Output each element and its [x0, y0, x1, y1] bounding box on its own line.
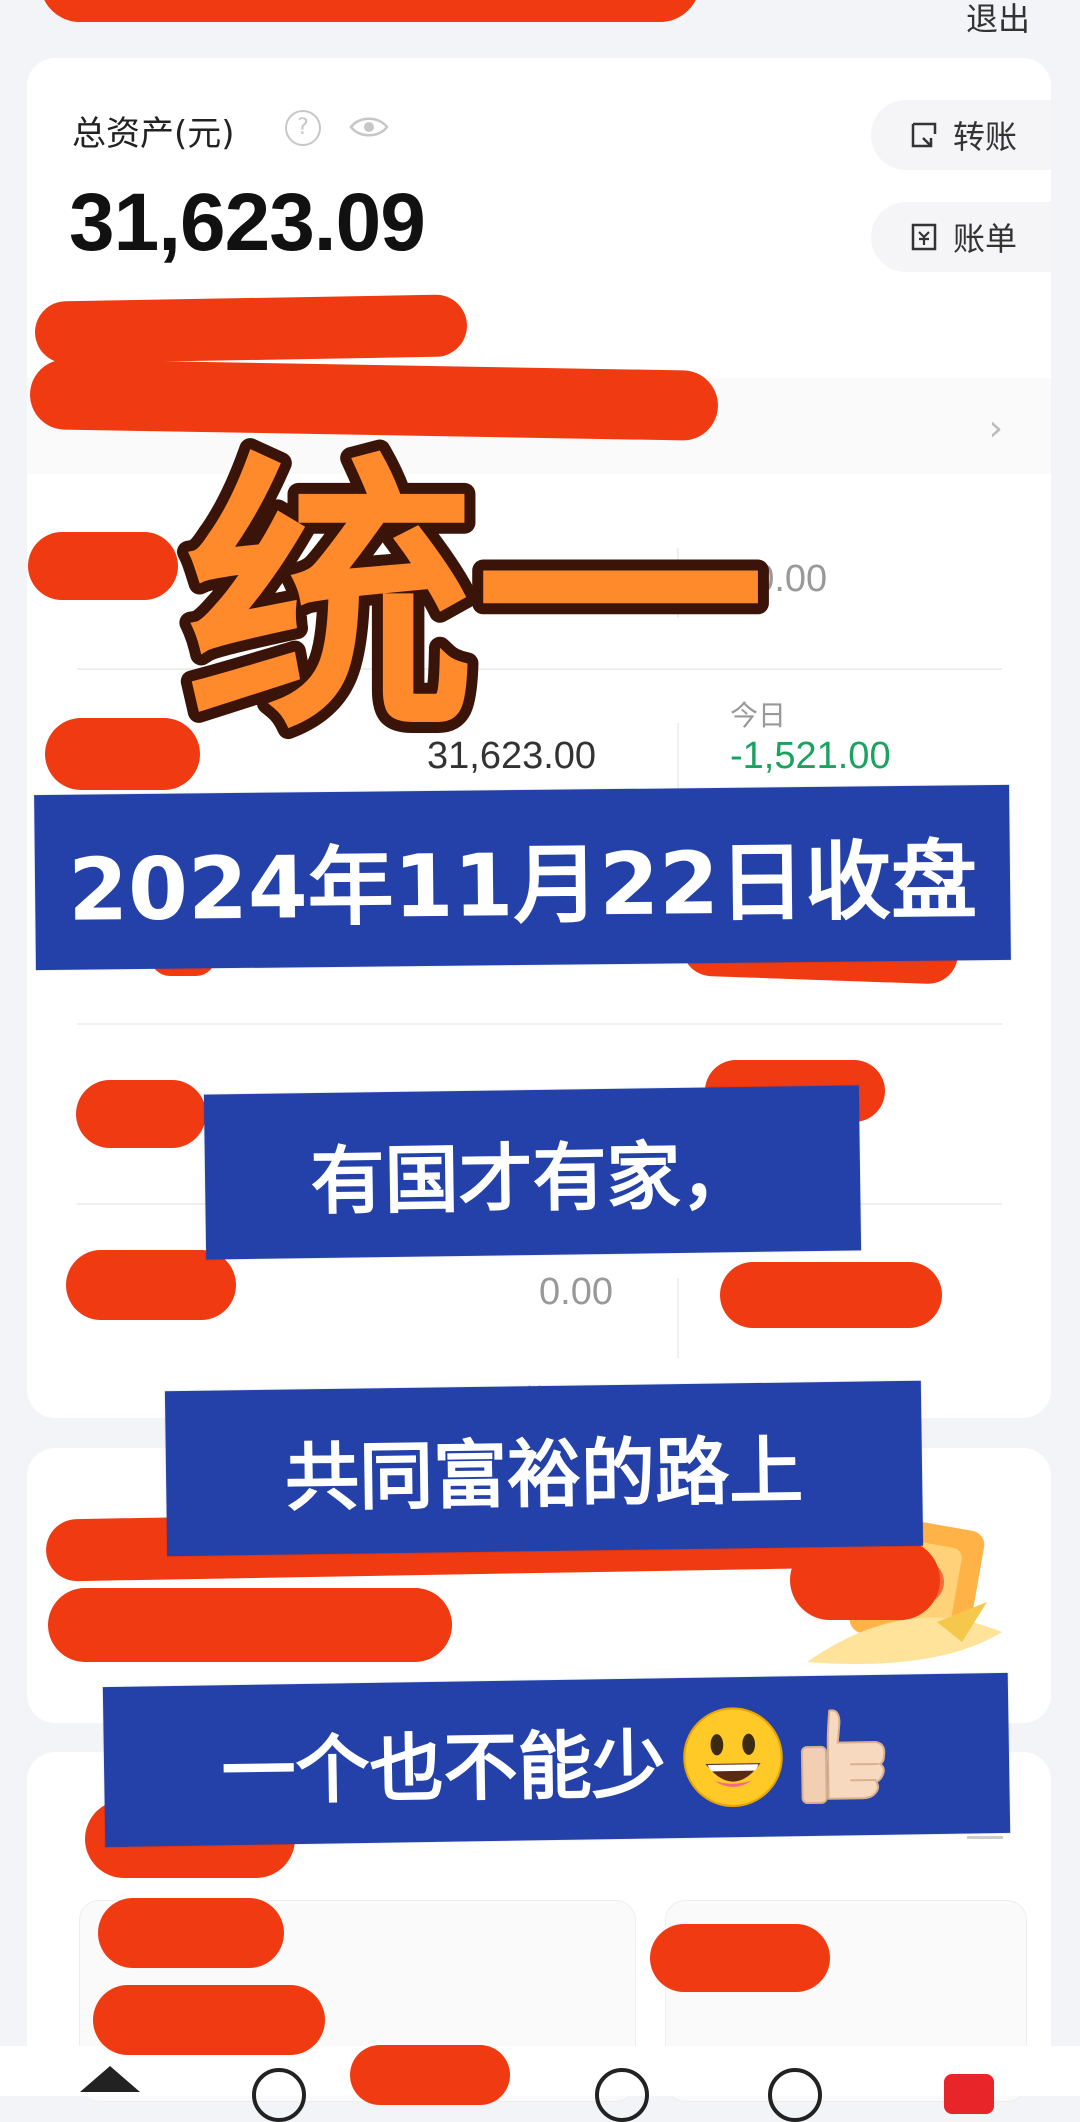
transfer-icon: [911, 122, 937, 148]
nav-icon[interactable]: [595, 2068, 649, 2122]
smiley-emoji: [682, 1707, 783, 1808]
home-icon[interactable]: [80, 2066, 140, 2092]
overlay-title: 统一: [174, 421, 776, 780]
date-banner: 2024年11月22日收盘: [34, 784, 1011, 971]
chevron-right-icon: ›: [988, 408, 1003, 449]
column-divider: [677, 1278, 679, 1358]
bill-label: 账单: [953, 220, 1018, 258]
title-characters: 统一: [185, 432, 765, 769]
row-divider: [77, 1023, 1002, 1025]
slogan-line-1: 有国才有家，: [203, 1085, 862, 1260]
account-value: 0.00: [539, 1271, 613, 1313]
transfer-label: 转账: [953, 118, 1018, 156]
bill-button[interactable]: 账单: [871, 202, 1051, 272]
nav-icon[interactable]: [768, 2068, 822, 2122]
help-icon[interactable]: ?: [285, 110, 321, 146]
total-assets-value: 31,623.09: [69, 177, 426, 268]
bill-icon: [911, 223, 937, 251]
total-assets-label: 总资产(元): [72, 114, 235, 154]
slogan-line-2: 共同富裕的路上: [164, 1380, 924, 1557]
slogan-line-3: 一个也不能少: [102, 1672, 1011, 1848]
slogan-line-3-text: 一个也不能少: [220, 1721, 667, 1815]
thumbs-up-emoji: [800, 1709, 885, 1805]
nav-active-icon[interactable]: [944, 2074, 994, 2114]
eye-icon[interactable]: [349, 114, 389, 140]
logout-button[interactable]: 退出: [966, 0, 1030, 40]
transfer-button[interactable]: 转账: [871, 100, 1051, 170]
nav-icon[interactable]: [252, 2068, 306, 2122]
